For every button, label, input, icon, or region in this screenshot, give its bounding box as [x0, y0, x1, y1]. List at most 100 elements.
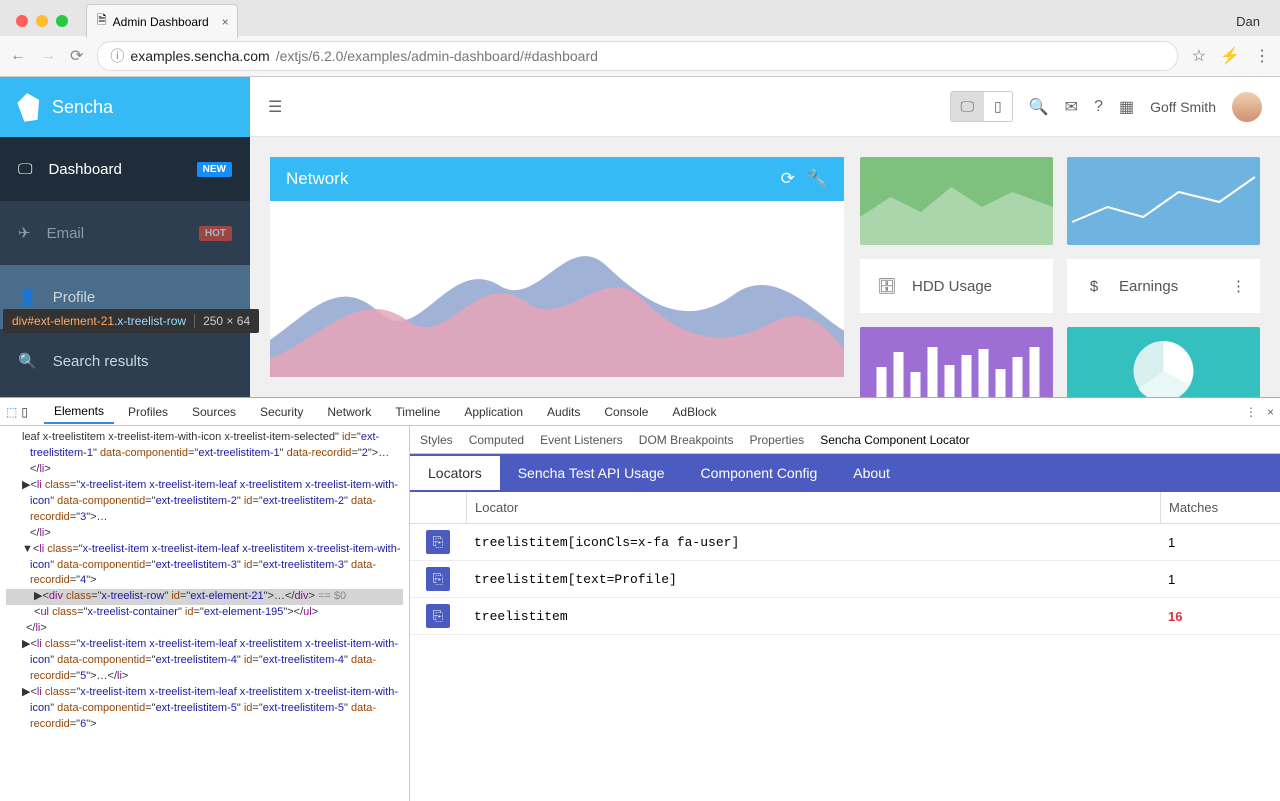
tablet-toggle[interactable]: ▯: [984, 92, 1012, 121]
table-row[interactable]: ⎘ treelistitem 16: [410, 598, 1280, 635]
bookmark-icon[interactable]: ☆: [1192, 46, 1206, 66]
tab-dom-breakpoints[interactable]: DOM Breakpoints: [639, 433, 734, 447]
window-controls: [8, 15, 76, 27]
tab-security[interactable]: Security: [250, 401, 313, 423]
grid-icon[interactable]: ▦: [1119, 97, 1134, 117]
table-row[interactable]: ⎘ treelistitem[iconCls=x-fa fa-user] 1: [410, 524, 1280, 561]
tab-timeline[interactable]: Timeline: [385, 401, 450, 423]
devtools-close-icon[interactable]: ×: [1267, 405, 1274, 419]
col-locator[interactable]: Locator: [466, 492, 1160, 523]
style-tabs: Styles Computed Event Listeners DOM Brea…: [410, 426, 1280, 454]
mini-card-green[interactable]: [860, 157, 1053, 245]
avatar[interactable]: [1232, 92, 1262, 122]
table-header: Locator Matches: [410, 492, 1280, 524]
send-icon: ✈: [18, 224, 31, 242]
desktop-icon: 🖵: [18, 161, 32, 178]
sidebar-item-search[interactable]: 🔍 Search results: [0, 329, 250, 393]
topbar: ☰ 🖵 ▯ 🔍 ✉ ? ▦ Goff Smith: [250, 77, 1280, 137]
site-info-icon[interactable]: ⓘ: [110, 46, 124, 66]
tab-api-usage[interactable]: Sencha Test API Usage: [500, 456, 683, 490]
maximize-window[interactable]: [56, 15, 68, 27]
more-icon[interactable]: ⋮: [1231, 277, 1246, 295]
desktop-toggle[interactable]: 🖵: [951, 92, 985, 121]
page-icon: 🗎: [97, 11, 107, 32]
user-icon: 👤: [18, 288, 37, 306]
tab-about[interactable]: About: [835, 456, 908, 490]
device-icon[interactable]: ▯: [21, 405, 28, 419]
back-icon[interactable]: ←: [10, 47, 26, 65]
close-tab-icon[interactable]: ×: [222, 15, 229, 29]
refresh-icon[interactable]: ⟳: [781, 169, 795, 189]
tab-application[interactable]: Application: [454, 401, 533, 423]
mini-card-purple[interactable]: [860, 327, 1053, 397]
mini-card-blue[interactable]: [1067, 157, 1260, 245]
stat-label: Earnings: [1119, 278, 1178, 295]
menu-icon[interactable]: ⋮: [1254, 46, 1270, 66]
dom-tree[interactable]: leaf x-treelistitem x-treelist-item-with…: [0, 426, 410, 801]
search-icon: 🔍: [18, 352, 37, 370]
help-icon[interactable]: ?: [1094, 98, 1103, 116]
copy-icon[interactable]: ⎘: [426, 567, 450, 591]
wrench-icon[interactable]: 🔧: [807, 169, 828, 189]
tab-event-listeners[interactable]: Event Listeners: [540, 433, 623, 447]
tab-audits[interactable]: Audits: [537, 401, 590, 423]
close-window[interactable]: [16, 15, 28, 27]
extension-icon[interactable]: ⚡: [1220, 46, 1240, 66]
mini-card-teal[interactable]: [1067, 327, 1260, 397]
tab-styles[interactable]: Styles: [420, 433, 453, 447]
sidebar-item-dashboard[interactable]: 🖵 Dashboard NEW: [0, 137, 250, 201]
network-panel: Network ⟳ 🔧: [270, 157, 844, 377]
inspect-tooltip: div#ext-element-21.x-treelist-row 250 × …: [3, 309, 259, 333]
dollar-icon: $: [1081, 273, 1107, 299]
tab-properties[interactable]: Properties: [749, 433, 804, 447]
browser-chrome: 🗎 Admin Dashboard × Dan ← → ⟳ ⓘ examples…: [0, 0, 1280, 77]
search-icon[interactable]: 🔍: [1029, 97, 1049, 117]
panel-header: Network ⟳ 🔧: [270, 157, 844, 201]
cards-column: 🗄 HDD Usage $ Earnings ⋮: [860, 157, 1260, 377]
col-matches[interactable]: Matches: [1160, 492, 1280, 523]
forward-icon[interactable]: →: [40, 47, 56, 65]
copy-icon[interactable]: ⎘: [426, 604, 450, 628]
sidebar: Sencha 🖵 Dashboard NEW ✈ Email HOT 👤 Pro…: [0, 77, 250, 397]
database-icon: 🗄: [874, 273, 900, 299]
browser-tab[interactable]: 🗎 Admin Dashboard ×: [86, 4, 238, 38]
tab-elements[interactable]: Elements: [44, 400, 114, 424]
brand[interactable]: Sencha: [0, 77, 250, 137]
brand-logo-icon: [16, 92, 42, 123]
tab-adblock[interactable]: AdBlock: [662, 401, 726, 423]
panel-title: Network: [286, 169, 348, 189]
menu-toggle-icon[interactable]: ☰: [268, 97, 282, 117]
hot-badge: HOT: [199, 226, 232, 241]
devtools-tabs: ⬚ ▯ Elements Profiles Sources Security N…: [0, 398, 1280, 426]
tab-profiles[interactable]: Profiles: [118, 401, 178, 423]
copy-icon[interactable]: ⎘: [426, 530, 450, 554]
reload-icon[interactable]: ⟳: [70, 46, 83, 66]
locator-table: Locator Matches ⎘ treelistitem[iconCls=x…: [410, 492, 1280, 801]
minimize-window[interactable]: [36, 15, 48, 27]
devtools-menu-icon[interactable]: ⋮: [1245, 405, 1257, 419]
sidebar-item-label: Email: [47, 225, 85, 242]
tab-computed[interactable]: Computed: [469, 433, 524, 447]
mail-icon[interactable]: ✉: [1065, 97, 1078, 117]
inspect-icon[interactable]: ⬚: [6, 405, 17, 419]
brand-label: Sencha: [52, 97, 113, 118]
url-path: /extjs/6.2.0/examples/admin-dashboard/#d…: [276, 48, 598, 64]
stat-label: HDD Usage: [912, 278, 992, 295]
tab-locators[interactable]: Locators: [410, 456, 500, 490]
sidebar-item-label: Dashboard: [48, 161, 121, 178]
table-row[interactable]: ⎘ treelistitem[text=Profile] 1: [410, 561, 1280, 598]
sidebar-item-label: Profile: [53, 289, 96, 306]
tab-network[interactable]: Network: [317, 401, 381, 423]
sidebar-item-email[interactable]: ✈ Email HOT: [0, 201, 250, 265]
device-toggle: 🖵 ▯: [950, 91, 1013, 122]
username: Goff Smith: [1150, 99, 1216, 115]
profile-name[interactable]: Dan: [1236, 14, 1272, 29]
hdd-usage-card[interactable]: 🗄 HDD Usage: [860, 259, 1053, 313]
address-bar[interactable]: ⓘ examples.sencha.com/extjs/6.2.0/exampl…: [97, 41, 1177, 71]
earnings-card[interactable]: $ Earnings ⋮: [1067, 259, 1260, 313]
tab-sources[interactable]: Sources: [182, 401, 246, 423]
tab-sencha-locator[interactable]: Sencha Component Locator: [820, 433, 969, 447]
devtools: ⬚ ▯ Elements Profiles Sources Security N…: [0, 397, 1280, 801]
tab-console[interactable]: Console: [594, 401, 658, 423]
tab-component-config[interactable]: Component Config: [683, 456, 836, 490]
